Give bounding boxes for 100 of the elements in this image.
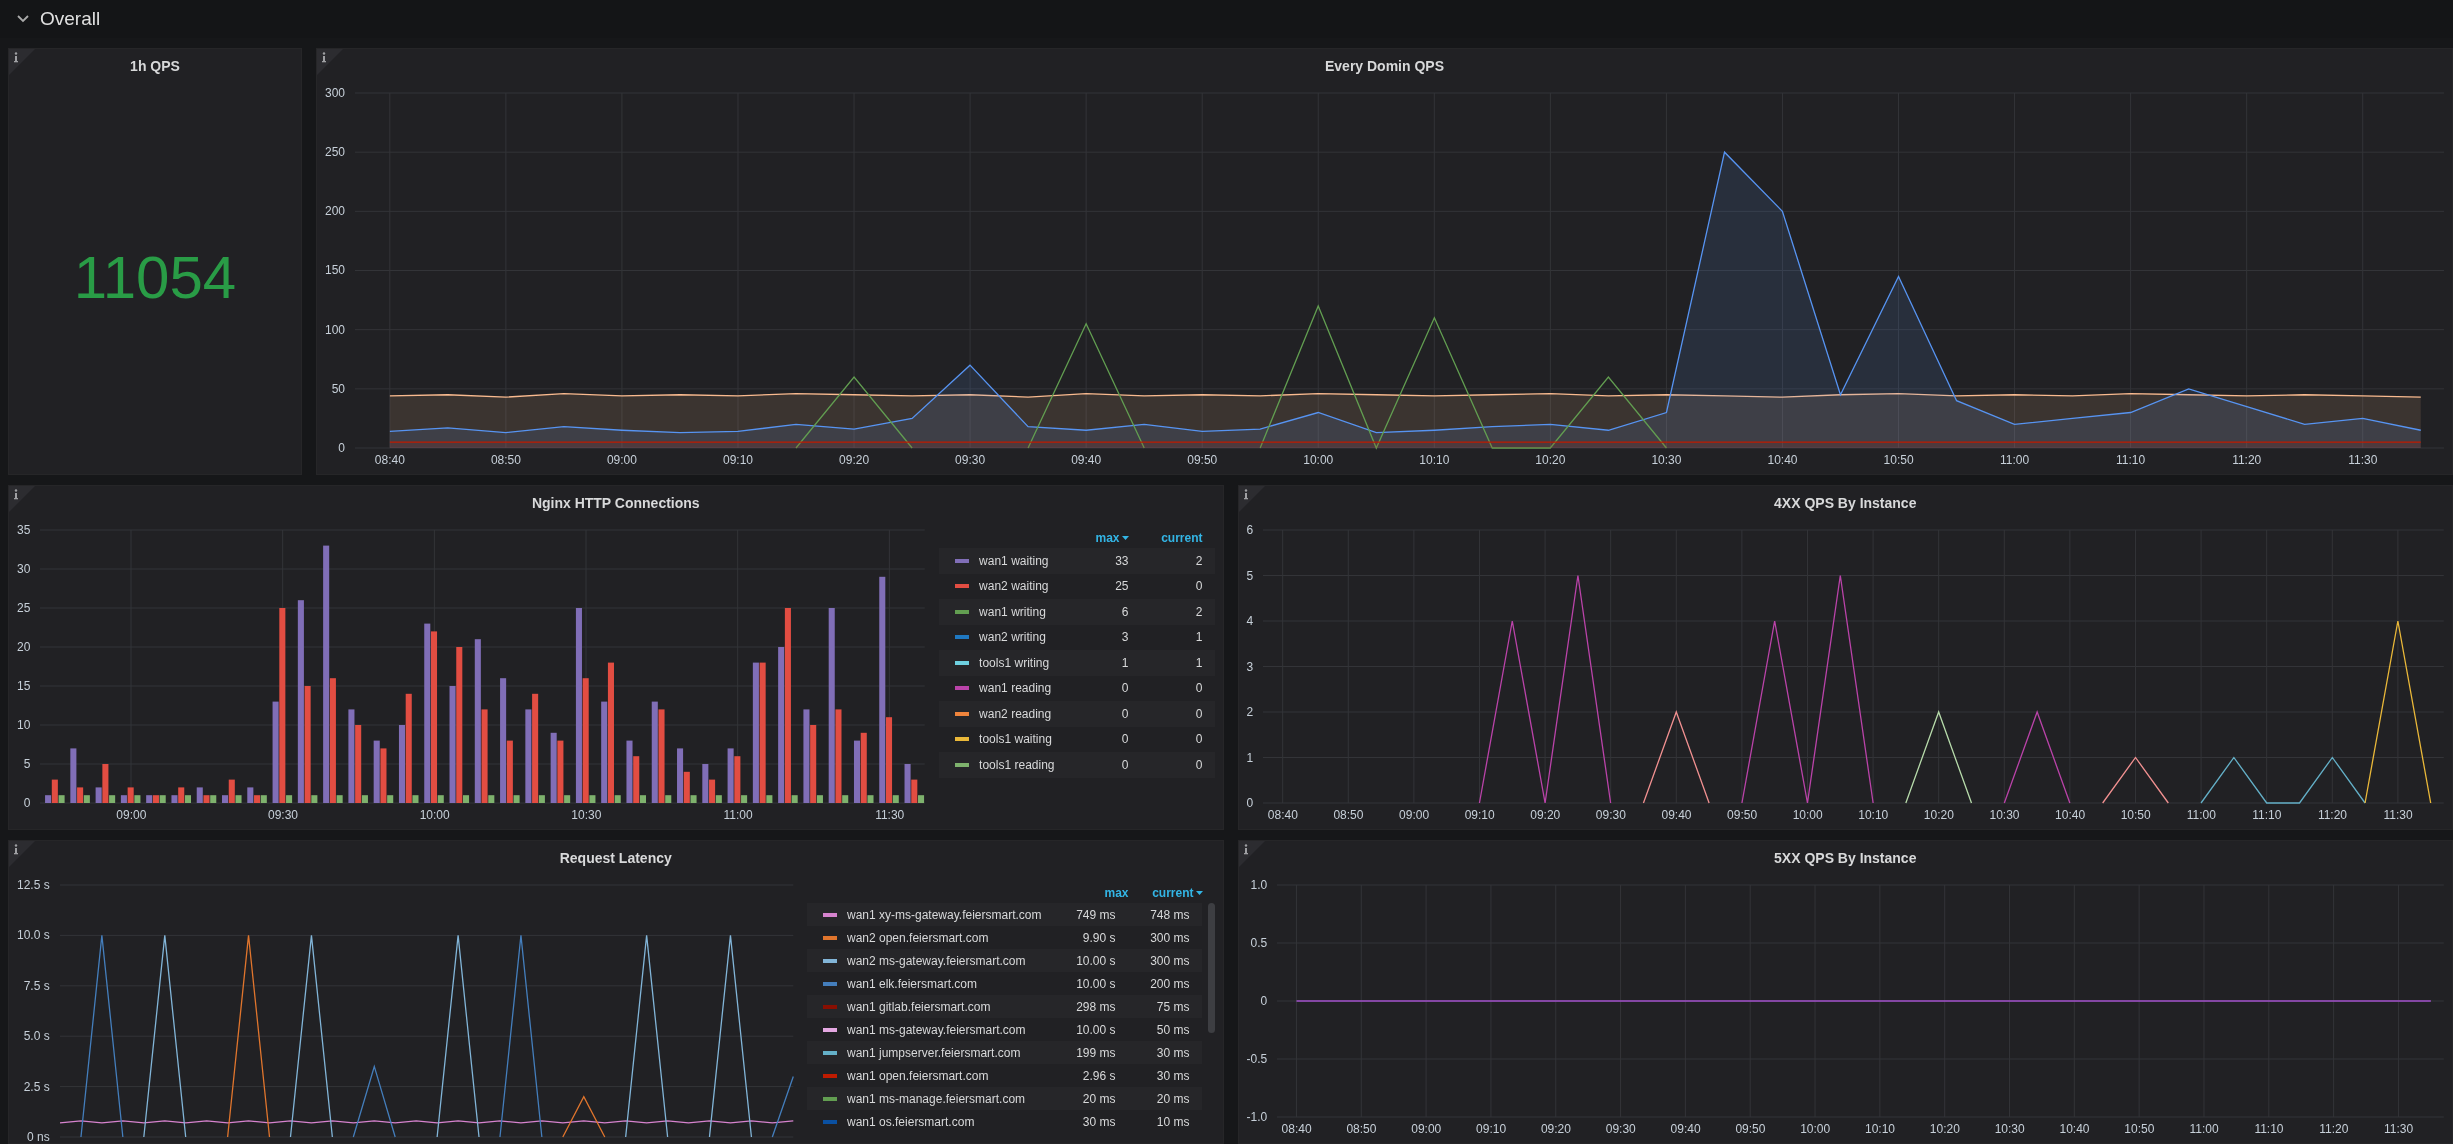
panel-title[interactable]: Every Domin QPS bbox=[1324, 49, 1444, 81]
x-axis-label: 08:50 bbox=[1346, 1121, 1377, 1137]
panel-title[interactable]: Request Latency bbox=[559, 841, 672, 873]
info-icon[interactable] bbox=[1238, 841, 1265, 867]
current-value: 20 ms bbox=[1155, 1091, 1190, 1106]
y-axis-label: 6 bbox=[1246, 522, 1254, 538]
legend-column-header[interactable]: current bbox=[1152, 886, 1194, 900]
x-axis-label: 10:30 bbox=[1651, 452, 1682, 468]
current-value: 0 bbox=[1194, 757, 1203, 772]
current-value: 2 bbox=[1194, 553, 1203, 568]
x-axis-label: 08:50 bbox=[1333, 807, 1364, 823]
x-axis-label: 09:50 bbox=[1187, 452, 1218, 468]
series-name[interactable]: wan2 waiting bbox=[979, 579, 1049, 594]
panel-title[interactable]: 4XX QPS By Instance bbox=[1774, 486, 1917, 518]
y-axis-label: 4 bbox=[1246, 613, 1254, 629]
info-icon[interactable] bbox=[9, 49, 35, 75]
current-value: 30 ms bbox=[1155, 1045, 1190, 1060]
info-icon[interactable] bbox=[9, 486, 35, 512]
max-value: 9.90 s bbox=[1081, 930, 1116, 945]
y-axis-label: 5.0 s bbox=[23, 1028, 50, 1045]
legend-column-header[interactable]: max bbox=[1104, 886, 1129, 900]
x-axis-label: 09:00 bbox=[1399, 807, 1430, 823]
series-name[interactable]: wan2 writing bbox=[979, 630, 1046, 645]
series-name[interactable]: wan1 open.feiersmart.com bbox=[847, 1068, 989, 1083]
x-axis-label: 09:30 bbox=[955, 452, 986, 468]
scrollbar[interactable] bbox=[1207, 903, 1215, 1033]
y-axis-label: 35 bbox=[17, 522, 31, 538]
x-axis-label: 08:40 bbox=[1281, 1121, 1312, 1137]
x-axis-label: 09:40 bbox=[1661, 807, 1692, 823]
max-value: 199 ms bbox=[1075, 1045, 1116, 1060]
series-name[interactable]: wan2 open.feiersmart.com bbox=[847, 930, 989, 945]
x-axis-label: 09:20 bbox=[839, 452, 870, 468]
max-value: 2.96 s bbox=[1081, 1068, 1116, 1083]
series-name[interactable]: wan1 gitlab.feiersmart.com bbox=[847, 999, 991, 1014]
max-value: 30 ms bbox=[1081, 1114, 1116, 1129]
x-axis-label: 09:00 bbox=[606, 452, 637, 468]
y-axis-label: 2.5 s bbox=[23, 1078, 50, 1095]
x-axis-label: 11:30 bbox=[2383, 807, 2413, 823]
series-name[interactable]: wan1 writing bbox=[979, 604, 1046, 619]
series-name[interactable]: wan1 xy-ms-gateway.feiersmart.com bbox=[847, 907, 1042, 922]
x-axis-label: 09:10 bbox=[1464, 807, 1495, 823]
series-name[interactable]: wan1 reading bbox=[979, 681, 1052, 696]
current-value: 2 bbox=[1194, 604, 1203, 619]
series-name[interactable]: wan1 os.feiersmart.com bbox=[847, 1114, 975, 1129]
stat-value: 11054 bbox=[73, 247, 237, 308]
info-icon[interactable] bbox=[1238, 486, 1265, 512]
y-axis-label: 20 bbox=[17, 639, 31, 655]
x-axis-label: 10:00 bbox=[1792, 807, 1823, 823]
series-name[interactable]: wan1 elk.feiersmart.com bbox=[847, 976, 978, 991]
x-axis-label: 11:20 bbox=[2232, 452, 2262, 468]
series-name[interactable]: tools1 reading bbox=[979, 757, 1055, 772]
max-value: 0 bbox=[1120, 757, 1129, 772]
max-value: 0 bbox=[1120, 706, 1129, 721]
current-value: 50 ms bbox=[1155, 1022, 1190, 1037]
series-name[interactable]: wan1 waiting bbox=[979, 553, 1049, 568]
x-axis-label: 10:10 bbox=[1858, 807, 1889, 823]
panel-title[interactable]: Nginx HTTP Connections bbox=[531, 486, 700, 518]
x-axis-label: 09:40 bbox=[1071, 452, 1102, 468]
section-title[interactable]: Overall bbox=[40, 8, 101, 30]
max-value: 6 bbox=[1120, 604, 1129, 619]
x-axis-label: 11:30 bbox=[2384, 1121, 2414, 1137]
y-axis-label: 1.0 bbox=[1250, 877, 1268, 893]
x-axis-label: 11:10 bbox=[2254, 1121, 2284, 1137]
series-name[interactable]: wan1 ms-manage.feiersmart.com bbox=[847, 1091, 1026, 1106]
max-value: 1 bbox=[1120, 655, 1129, 670]
series-name[interactable]: wan1 ms-gateway.feiersmart.com bbox=[847, 1022, 1026, 1037]
series-name[interactable]: tools1 waiting bbox=[979, 732, 1052, 747]
x-axis-label: 11:00 bbox=[2189, 1121, 2219, 1137]
x-axis-label: 11:00 bbox=[723, 807, 753, 823]
max-value: 10.00 s bbox=[1075, 1022, 1116, 1037]
max-value: 749 ms bbox=[1075, 907, 1116, 922]
x-axis-label: 10:00 bbox=[1800, 1121, 1831, 1137]
x-axis-label: 09:30 bbox=[268, 807, 299, 823]
max-value: 298 ms bbox=[1075, 999, 1116, 1014]
y-axis-label: 25 bbox=[17, 600, 31, 616]
info-icon[interactable] bbox=[9, 841, 35, 867]
series-name[interactable]: wan2 ms-gateway.feiersmart.com bbox=[847, 953, 1026, 968]
current-value: 0 bbox=[1194, 706, 1203, 721]
x-axis-label: 10:40 bbox=[2055, 807, 2086, 823]
max-value: 20 ms bbox=[1081, 1091, 1116, 1106]
series-name[interactable]: wan2 reading bbox=[979, 706, 1052, 721]
panel-title[interactable]: 5XX QPS By Instance bbox=[1774, 841, 1917, 873]
y-axis-label: 2 bbox=[1246, 704, 1254, 720]
current-value: 0 bbox=[1194, 579, 1203, 594]
info-icon[interactable] bbox=[317, 49, 343, 75]
current-value: 300 ms bbox=[1149, 930, 1190, 945]
series-name[interactable]: wan1 jumpserver.feiersmart.com bbox=[847, 1045, 1021, 1060]
current-value: 1 bbox=[1194, 630, 1203, 645]
panel-title[interactable]: 1h QPS bbox=[130, 49, 180, 81]
x-axis-label: 10:30 bbox=[571, 807, 602, 823]
series-name[interactable]: tools1 writing bbox=[979, 655, 1050, 670]
current-value: 0 bbox=[1194, 732, 1203, 747]
y-axis-label: 5 bbox=[23, 756, 31, 772]
max-value: 3 bbox=[1120, 630, 1129, 645]
x-axis-label: 11:10 bbox=[2116, 452, 2146, 468]
legend-column-header[interactable]: max bbox=[1095, 531, 1120, 545]
x-axis-label: 11:00 bbox=[2000, 452, 2030, 468]
y-axis-label: 0 bbox=[23, 795, 31, 811]
legend-column-header[interactable]: current bbox=[1161, 531, 1203, 545]
x-axis-label: 11:20 bbox=[2317, 807, 2348, 823]
